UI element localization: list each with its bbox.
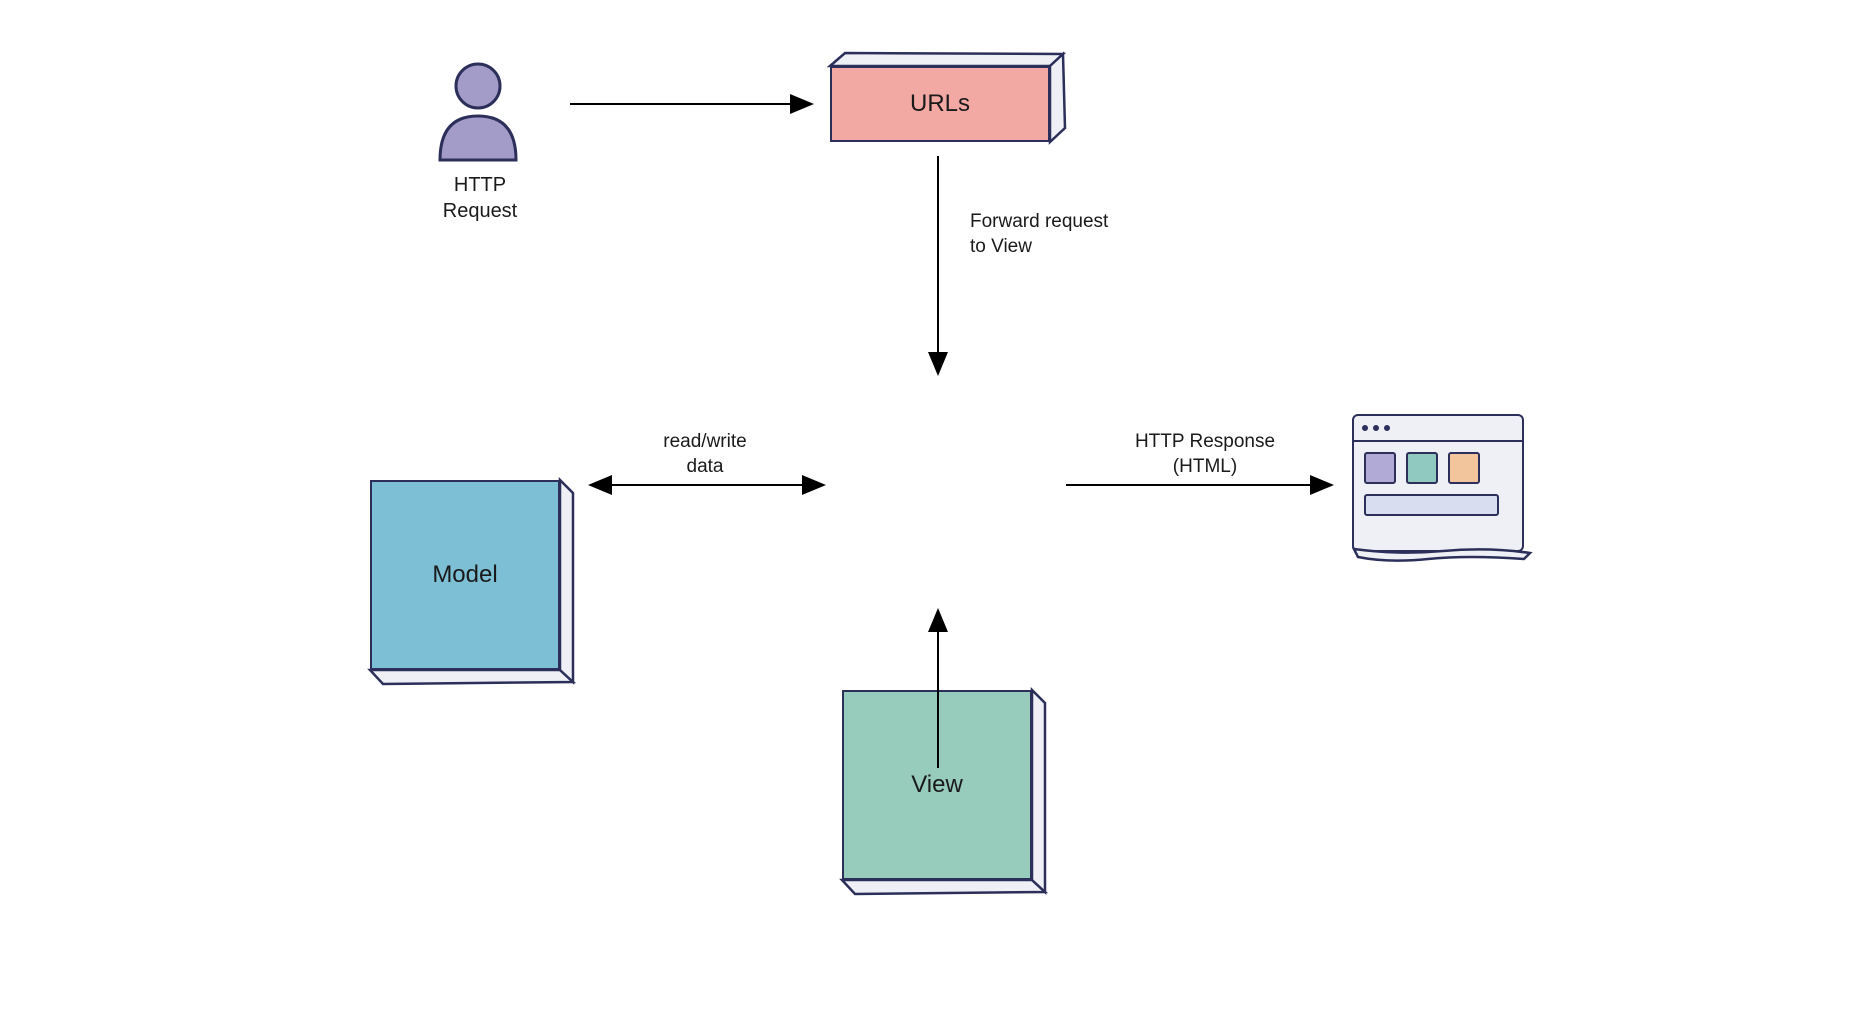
readwrite-label: read/write data [630,430,780,479]
browser-dot-icon [1373,425,1379,431]
readwrite-line1: read/write [663,431,746,452]
forward-line2: to View [970,236,1032,257]
urls-box: URLs [830,66,1060,156]
browser-dot-icon [1362,425,1368,431]
forward-request-label: Forward request to View [970,210,1160,259]
readwrite-line2: data [687,456,724,477]
browser-icon [1352,414,1524,552]
actor-label-line2: Request [443,200,518,222]
urls-label: URLs [910,90,970,118]
response-label: HTTP Response (HTML) [1110,430,1300,479]
model-label: Model [432,561,497,589]
browser-header [1354,416,1522,442]
browser-body [1354,442,1522,526]
actor-icon [428,52,528,162]
browser-tile-icon [1406,452,1438,484]
actor-label: HTTP Request [395,172,565,224]
browser-tile-icon [1364,452,1396,484]
browser-dot-icon [1384,425,1390,431]
model-box: Model [370,480,580,690]
response-line1: HTTP Response [1135,431,1275,452]
view-box: View [842,690,1052,900]
browser-tile-icon [1448,452,1480,484]
view-label: View [911,771,963,799]
browser-bar-icon [1364,494,1499,516]
forward-line1: Forward request [970,211,1108,232]
response-line2: (HTML) [1173,456,1237,477]
actor-label-line1: HTTP [454,174,506,196]
